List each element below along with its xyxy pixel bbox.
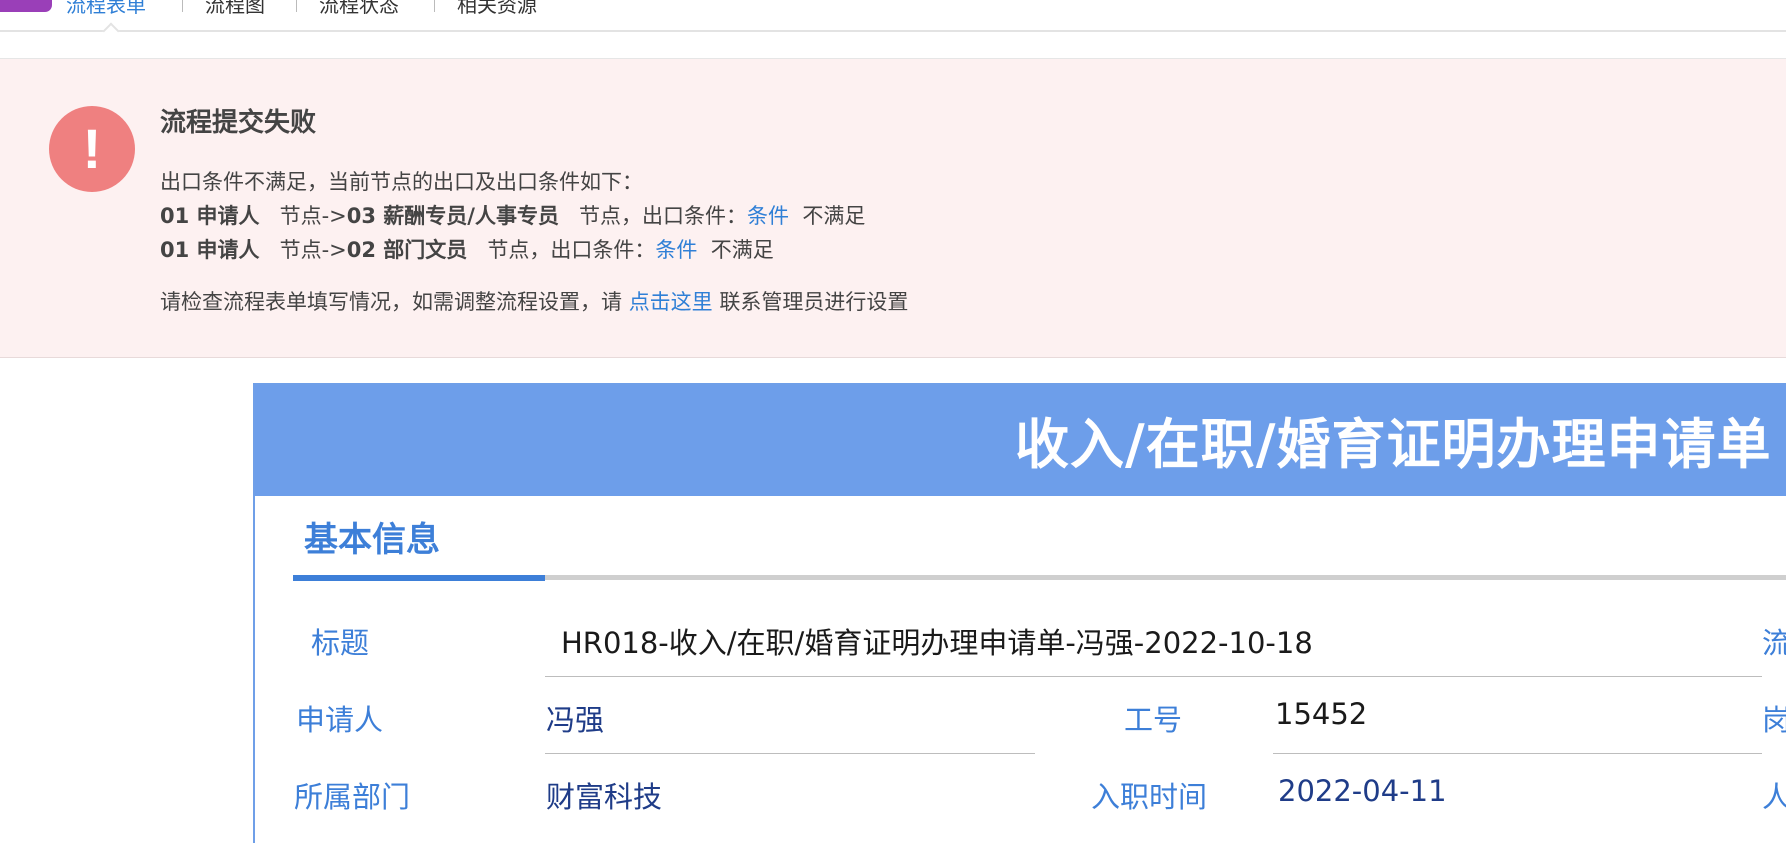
error-hint-text: 请检查流程表单填写情况，如需调整流程设置，请 bbox=[160, 290, 622, 314]
condition-link[interactable]: 条件 bbox=[655, 238, 697, 262]
form-title: 收入/在职/婚育证明办理申请单 bbox=[1015, 413, 1772, 476]
error-title: 流程提交失败 bbox=[160, 108, 317, 138]
hire-date-value[interactable]: 2022-04-11 bbox=[1278, 774, 1447, 808]
subject-label: 标题 bbox=[311, 626, 370, 660]
tab-bar: 流程表单 流程图 流程状态 相关资源 bbox=[0, 0, 1786, 40]
right-column-label: 人 bbox=[1762, 780, 1786, 814]
department-value[interactable]: 财富科技 bbox=[546, 774, 662, 816]
error-row: 01 申请人 节点->02 部门文员 节点，出口条件：条件 不满足 bbox=[160, 234, 774, 264]
right-column-label: 岗 bbox=[1762, 703, 1786, 737]
click-here-link[interactable]: 点击这里 bbox=[629, 290, 713, 314]
exclamation-icon: ! bbox=[49, 106, 135, 192]
active-tab-caret-icon bbox=[102, 22, 120, 40]
error-hint: 请检查流程表单填写情况，如需调整流程设置，请 点击这里 联系管理员进行设置 bbox=[160, 286, 908, 316]
tab-separator bbox=[434, 0, 435, 12]
applicant-label: 申请人 bbox=[296, 703, 384, 737]
error-row-to: 03 薪酬专员/人事专员 bbox=[346, 204, 559, 228]
error-row-to: 02 部门文员 bbox=[346, 238, 468, 262]
error-row-from: 01 申请人 bbox=[160, 204, 260, 228]
subject-value[interactable]: HR018-收入/在职/婚育证明办理申请单-冯强-2022-10-18 bbox=[561, 620, 1313, 662]
applicant-value[interactable]: 冯强 bbox=[546, 697, 604, 739]
hire-date-label: 入职时间 bbox=[1091, 780, 1208, 814]
department-label: 所属部门 bbox=[294, 780, 411, 814]
error-intro: 出口条件不满足，当前节点的出口及出口条件如下： bbox=[160, 170, 643, 194]
error-row-result: 不满足 bbox=[710, 238, 774, 262]
applicant-underline bbox=[545, 753, 1035, 754]
tab-separator bbox=[182, 0, 183, 12]
employee-no-underline bbox=[1273, 753, 1762, 754]
condition-link[interactable]: 条件 bbox=[747, 204, 789, 228]
tab-flowchart[interactable]: 流程图 bbox=[205, 0, 265, 16]
tab-resources[interactable]: 相关资源 bbox=[457, 0, 537, 16]
tab-status[interactable]: 流程状态 bbox=[319, 0, 399, 16]
app-logo bbox=[0, 0, 52, 12]
error-row-after: 节点，出口条件： bbox=[579, 204, 748, 228]
subject-underline bbox=[545, 676, 1762, 677]
right-column-label: 流 bbox=[1762, 626, 1786, 660]
error-row-mid: 节点-> bbox=[279, 204, 347, 228]
error-hint-text-after: 联系管理员进行设置 bbox=[719, 290, 909, 314]
error-row-mid: 节点-> bbox=[279, 238, 347, 262]
tab-form[interactable]: 流程表单 bbox=[66, 0, 146, 16]
error-row-after: 节点，出口条件： bbox=[487, 238, 656, 262]
employee-no-value[interactable]: 15452 bbox=[1275, 697, 1367, 731]
error-row: 01 申请人 节点->03 薪酬专员/人事专员 节点，出口条件：条件 不满足 bbox=[160, 200, 865, 230]
error-row-result: 不满足 bbox=[802, 204, 866, 228]
section-underline-active bbox=[293, 575, 545, 581]
section-tab-basic-info[interactable]: 基本信息 bbox=[304, 512, 440, 561]
employee-no-label: 工号 bbox=[1124, 703, 1183, 737]
error-row-from: 01 申请人 bbox=[160, 238, 260, 262]
tab-separator bbox=[296, 0, 297, 12]
